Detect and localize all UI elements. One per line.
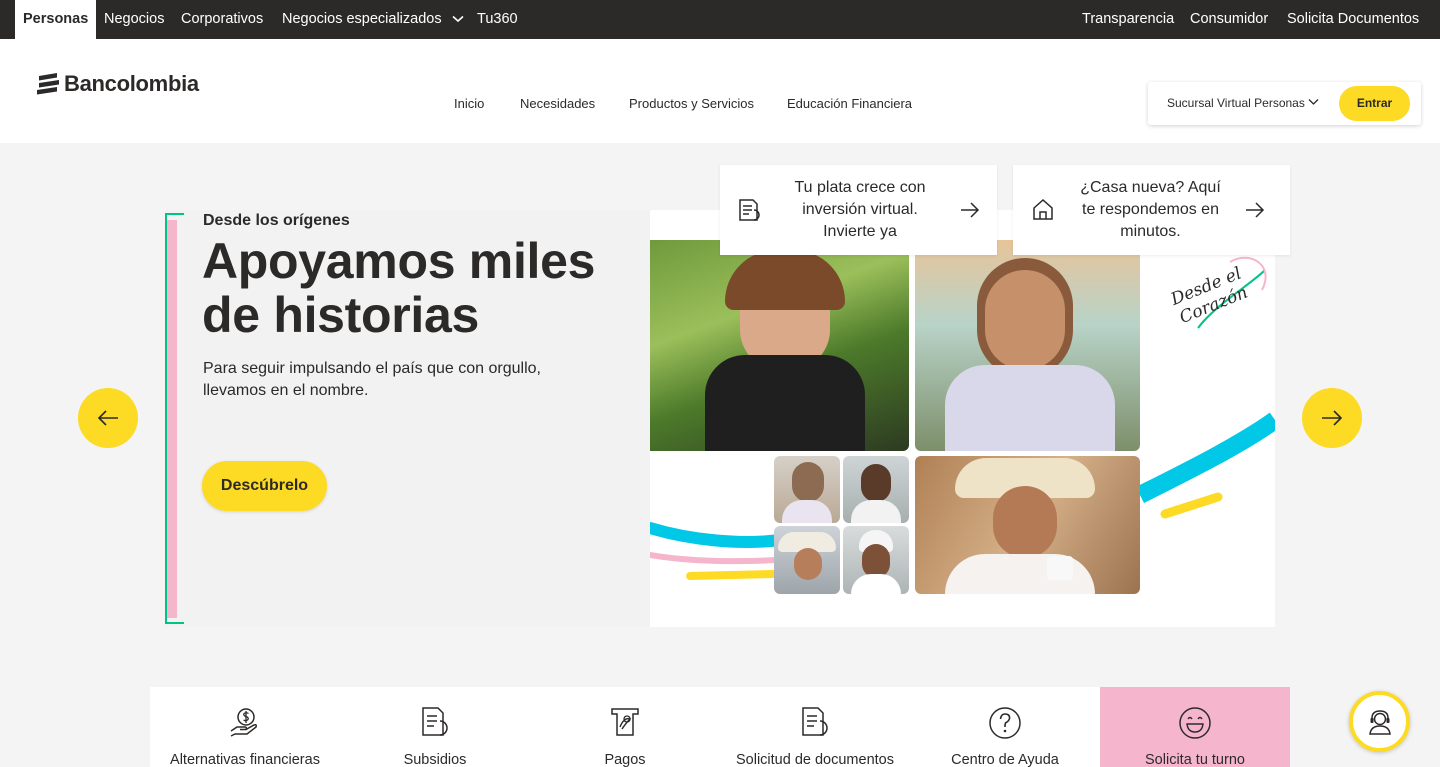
topbar-negocios-especializados-label: Negocios especializados	[282, 11, 442, 27]
promo-card-inversion[interactable]: Tu plata crece con inversión virtual. In…	[720, 165, 997, 255]
arrow-left-icon	[97, 410, 118, 426]
arrow-right-icon	[1322, 410, 1343, 426]
entrar-button[interactable]: Entrar	[1339, 86, 1410, 121]
shortcut-solicita-turno[interactable]: Solicita tu turno	[1100, 687, 1290, 767]
promo-casa-text: ¿Casa nueva? Aquí te respondemos en minu…	[1080, 179, 1221, 240]
shortcuts-bar: Alternativas financieras Subsidios Pagos…	[150, 687, 1290, 767]
sucursal-select-label[interactable]: Sucursal Virtual Personas	[1167, 96, 1305, 110]
shortcut-label: Pagos	[604, 752, 646, 767]
topbar-corporativos[interactable]: Corporativos	[181, 0, 263, 39]
photo-man-hat	[774, 526, 840, 594]
nav-productos-servicios[interactable]: Productos y Servicios	[629, 96, 754, 111]
topbar-transparencia[interactable]: Transparencia	[1082, 0, 1174, 39]
document-icon	[739, 199, 760, 221]
shortcut-solicitud-documentos[interactable]: Solicitud de documentos	[720, 687, 910, 767]
photo-woman-hills	[650, 240, 909, 451]
shortcut-label: Solicita tu turno	[1145, 752, 1245, 767]
hero-title: Apoyamos miles de historias	[202, 233, 596, 343]
topbar-consumidor[interactable]: Consumidor	[1190, 0, 1268, 39]
brand-logo[interactable]: Bancolombia	[36, 71, 199, 97]
brand-name: Bancolombia	[64, 71, 199, 96]
topbar-personas[interactable]: Personas	[15, 0, 97, 39]
house-icon	[1033, 198, 1053, 220]
photo-boy	[843, 456, 909, 523]
support-agent-icon	[1368, 709, 1391, 735]
document-icon	[422, 707, 448, 736]
carousel-next-button[interactable]	[1302, 388, 1362, 448]
shortcut-subsidios[interactable]: Subsidios	[340, 687, 530, 767]
main-header: Bancolombia Inicio Necesidades Productos…	[0, 39, 1440, 143]
topbar-tu360[interactable]: Tu360	[477, 0, 518, 39]
photo-woman-vueltiao	[915, 456, 1140, 594]
nav-inicio[interactable]: Inicio	[454, 96, 484, 111]
topbar-solicita-documentos[interactable]: Solicita Documentos	[1287, 0, 1419, 39]
document-icon	[802, 707, 828, 736]
chevron-down-icon	[452, 16, 464, 23]
hand-coin-icon	[230, 708, 257, 737]
smile-icon	[1179, 707, 1211, 739]
shortcut-centro-ayuda[interactable]: Centro de Ayuda	[910, 687, 1100, 767]
arrow-right-icon	[961, 202, 980, 218]
photo-elder-woman	[774, 456, 840, 523]
sucursal-virtual-box: Sucursal Virtual Personas Entrar	[1148, 82, 1421, 125]
bill-icon	[611, 708, 639, 736]
hero-image-collage: Desde el Corazón	[650, 210, 1275, 627]
arrow-right-icon	[1246, 202, 1265, 218]
topbar-negocios[interactable]: Negocios	[104, 0, 164, 39]
question-icon	[989, 707, 1021, 739]
hero-accent-bar	[167, 220, 177, 618]
shortcut-pagos[interactable]: Pagos	[530, 687, 720, 767]
bancolombia-logo-icon	[37, 73, 59, 95]
photo-man-white	[843, 526, 909, 594]
descubrelo-button[interactable]: Descúbrelo	[202, 461, 327, 511]
shortcut-label: Centro de Ayuda	[951, 752, 1059, 767]
shortcut-label: Alternativas financieras	[170, 752, 320, 767]
shortcut-alternativas[interactable]: Alternativas financieras	[150, 687, 340, 767]
topbar-negocios-especializados[interactable]: Negocios especializados	[282, 0, 464, 39]
hero-lead: Para seguir impulsando el país que con o…	[203, 360, 541, 399]
shortcut-label: Solicitud de documentos	[736, 752, 894, 767]
nav-necesidades[interactable]: Necesidades	[520, 96, 595, 111]
chat-assistant-button[interactable]	[1349, 691, 1410, 752]
chevron-down-icon[interactable]	[1308, 98, 1319, 106]
photo-woman-town	[915, 240, 1140, 451]
top-bar: Personas Negocios Corporativos Negocios …	[0, 0, 1440, 39]
hero-eyebrow: Desde los orígenes	[203, 212, 350, 229]
carousel-prev-button[interactable]	[78, 388, 138, 448]
nav-educacion-financiera[interactable]: Educación Financiera	[787, 96, 912, 111]
shortcut-label: Subsidios	[403, 752, 467, 767]
promo-inversion-text: Tu plata crece con inversión virtual. In…	[794, 179, 926, 240]
promo-card-casa[interactable]: ¿Casa nueva? Aquí te respondemos en minu…	[1013, 165, 1290, 255]
